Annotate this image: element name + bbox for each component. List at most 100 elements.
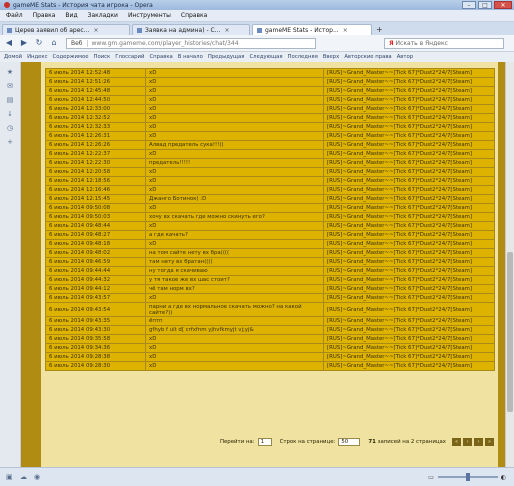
scrollbar-thumb[interactable] [507,252,513,412]
chat-message-cell: там нету вх братан(((( [145,257,324,267]
chat-message-cell: xD [145,95,324,105]
bookmark-link[interactable]: Вверх [323,54,340,60]
add-panel-icon[interactable]: + [6,138,14,146]
tab-bar: Церев заявил об арес... × Заявка на адми… [0,22,514,35]
chat-message-cell: Алвад предатель сука!!!(( [145,140,324,150]
chat-time-cell: 6 июль 2014 09:28:30 [45,361,146,371]
chat-time-cell: 6 июль 2014 12:15:45 [45,194,146,204]
chat-server-cell: [RUS]~Grand_Master~~[Tick 67]*Dust2*24/7… [323,302,495,317]
bookmark-link[interactable]: Предыдущая [208,54,245,60]
close-tab-icon[interactable]: × [224,25,229,35]
bookmarks-panel-icon[interactable]: ★ [6,68,14,76]
mail-panel-icon[interactable]: ✉ [6,82,14,90]
forward-icon[interactable]: ▶ [18,37,30,49]
bookmark-link[interactable]: Последняя [288,54,318,60]
table-row: 6 июль 2014 09:28:30 xD [RUS]~Grand_Master… [45,361,495,371]
downloads-panel-icon[interactable]: ↓ [6,110,14,118]
tab-3[interactable]: gameME Stats - Истор... × [252,24,372,35]
history-panel-icon[interactable]: ◷ [6,124,14,132]
bookmark-link[interactable]: Индекс [27,54,47,60]
chat-server-cell: [RUS]~Grand_Master~~[Tick 67]*Dust2*24/7… [323,325,495,335]
bookmark-link[interactable]: Содержимое [53,54,89,60]
last-page-button[interactable]: » [485,438,494,446]
maximize-button[interactable]: □ [478,1,492,9]
chat-server-cell: [RUS]~Grand_Master~~[Tick 67]*Dust2*24/7… [323,316,495,326]
table-row: 6 июль 2014 09:48:02 на том сайте нету вх… [45,248,495,258]
web-page: 6 июль 2014 12:52:48 xD [RUS]~Grand_Master… [21,62,505,467]
chat-server-cell: [RUS]~Grand_Master~~[Tick 67]*Dust2*24/7… [323,86,495,96]
chat-server-cell: [RUS]~Grand_Master~~[Tick 67]*Dust2*24/7… [323,266,495,276]
bookmark-link[interactable]: Справка [149,54,172,60]
reload-icon[interactable]: ↻ [33,37,45,49]
bookmark-link[interactable]: Следующая [249,54,282,60]
cloud-icon[interactable]: ☁ [20,473,28,481]
next-page-button[interactable]: › [474,438,483,446]
opera-logo-icon [4,2,10,8]
address-url[interactable]: www.gm.gameme.com/player_histories/chat/… [88,40,239,47]
chat-time-cell: 6 июль 2014 12:33:00 [45,104,146,114]
page-favicon-icon [7,27,12,33]
chat-server-cell: [RUS]~Grand_Master~~[Tick 67]*Dust2*24/7… [323,176,495,186]
rows-per-page-select[interactable]: 50 [338,438,361,446]
bookmark-link[interactable]: Домой [4,54,22,60]
notes-panel-icon[interactable]: ▤ [6,96,14,104]
menu-view[interactable]: Вид [65,12,77,19]
chat-time-cell: 6 июль 2014 12:32:33 [45,122,146,132]
chat-time-cell: 6 июль 2014 09:43:54 [45,302,146,317]
table-row: 6 июль 2014 09:50:03 хочу вх скачать где … [45,212,495,222]
tab-2[interactable]: Заявка на админа) - С... × [132,24,250,35]
search-input[interactable]: Я Искать в Яндекс [384,37,504,49]
zoom-slider-knob[interactable] [465,473,470,481]
first-page-button[interactable]: « [452,438,461,446]
chat-time-cell: 6 июль 2014 12:22:30 [45,158,146,168]
chat-message-cell: у тя такое же вх шас стоит? [145,275,324,285]
bookmark-link[interactable]: В начало [178,54,203,60]
chat-time-cell: 6 июль 2014 12:51:26 [45,77,146,87]
bookmarks-bar: Домой Индекс Содержимое Поиск Глоссарий … [0,52,514,62]
back-icon[interactable]: ◀ [3,37,15,49]
menu-file[interactable]: Файл [6,12,23,19]
table-row: 6 июль 2014 09:48:18 xD [RUS]~Grand_Master… [45,239,495,249]
chat-server-cell: [RUS]~Grand_Master~~[Tick 67]*Dust2*24/7… [323,122,495,132]
close-tab-icon[interactable]: × [93,25,98,35]
bookmark-link[interactable]: Глоссарий [115,54,144,60]
table-row: 6 июль 2014 09:50:08 xD [RUS]~Grand_Master… [45,203,495,213]
new-tab-icon[interactable]: + [376,24,383,35]
chat-server-cell: [RUS]~Grand_Master~~[Tick 67]*Dust2*24/7… [323,77,495,87]
chat-server-cell: [RUS]~Grand_Master~~[Tick 67]*Dust2*24/7… [323,284,495,294]
prev-page-button[interactable]: ‹ [463,438,472,446]
table-row: 6 июль 2014 12:20:58 xD [RUS]~Grand_Master… [45,167,495,177]
zoom-icon[interactable]: ◐ [501,474,506,481]
minimize-button[interactable]: – [462,1,476,9]
chat-message-cell: xD [145,293,324,303]
view-icon[interactable]: ▭ [428,474,434,481]
chat-message-cell: xD [145,334,324,344]
zoom-slider[interactable] [437,473,498,481]
bookmark-link[interactable]: Авторские права [344,54,391,60]
panel-toggle-icon[interactable]: ▣ [6,473,14,481]
menu-help[interactable]: Справка [181,12,207,19]
chat-message-cell: xD [145,361,324,371]
chat-server-cell: [RUS]~Grand_Master~~[Tick 67]*Dust2*24/7… [323,113,495,123]
chat-time-cell: 6 июль 2014 09:44:44 [45,266,146,276]
vertical-scrollbar[interactable] [505,62,514,467]
chat-time-cell: 6 июль 2014 09:34:36 [45,343,146,353]
chat-time-cell: 6 июль 2014 12:20:58 [45,167,146,177]
speed-dial-icon[interactable]: ◉ [34,473,42,481]
close-window-button[interactable]: ✕ [494,1,512,9]
chat-server-cell: [RUS]~Grand_Master~~[Tick 67]*Dust2*24/7… [323,352,495,362]
menu-tools[interactable]: Инструменты [128,12,171,19]
chat-time-cell: 6 июль 2014 09:46:59 [45,257,146,267]
goto-page-input[interactable]: 1 [257,438,272,446]
address-field[interactable]: Веб www.gm.gameme.com/player_histories/c… [66,37,316,49]
menu-edit[interactable]: Правка [33,12,56,19]
tab-1[interactable]: Церев заявил об арес... × [2,24,130,35]
menu-bookmarks[interactable]: Закладки [88,12,118,19]
chat-history-table: 6 июль 2014 12:52:48 xD [RUS]~Grand_Master… [45,68,495,371]
close-tab-icon[interactable]: × [343,25,348,35]
home-icon[interactable]: ⌂ [48,37,60,49]
bookmark-link[interactable]: Автор [397,54,413,60]
bookmark-link[interactable]: Поиск [93,54,110,60]
chat-time-cell: 6 июль 2014 09:50:08 [45,203,146,213]
chat-server-cell: [RUS]~Grand_Master~~[Tick 67]*Dust2*24/7… [323,248,495,258]
